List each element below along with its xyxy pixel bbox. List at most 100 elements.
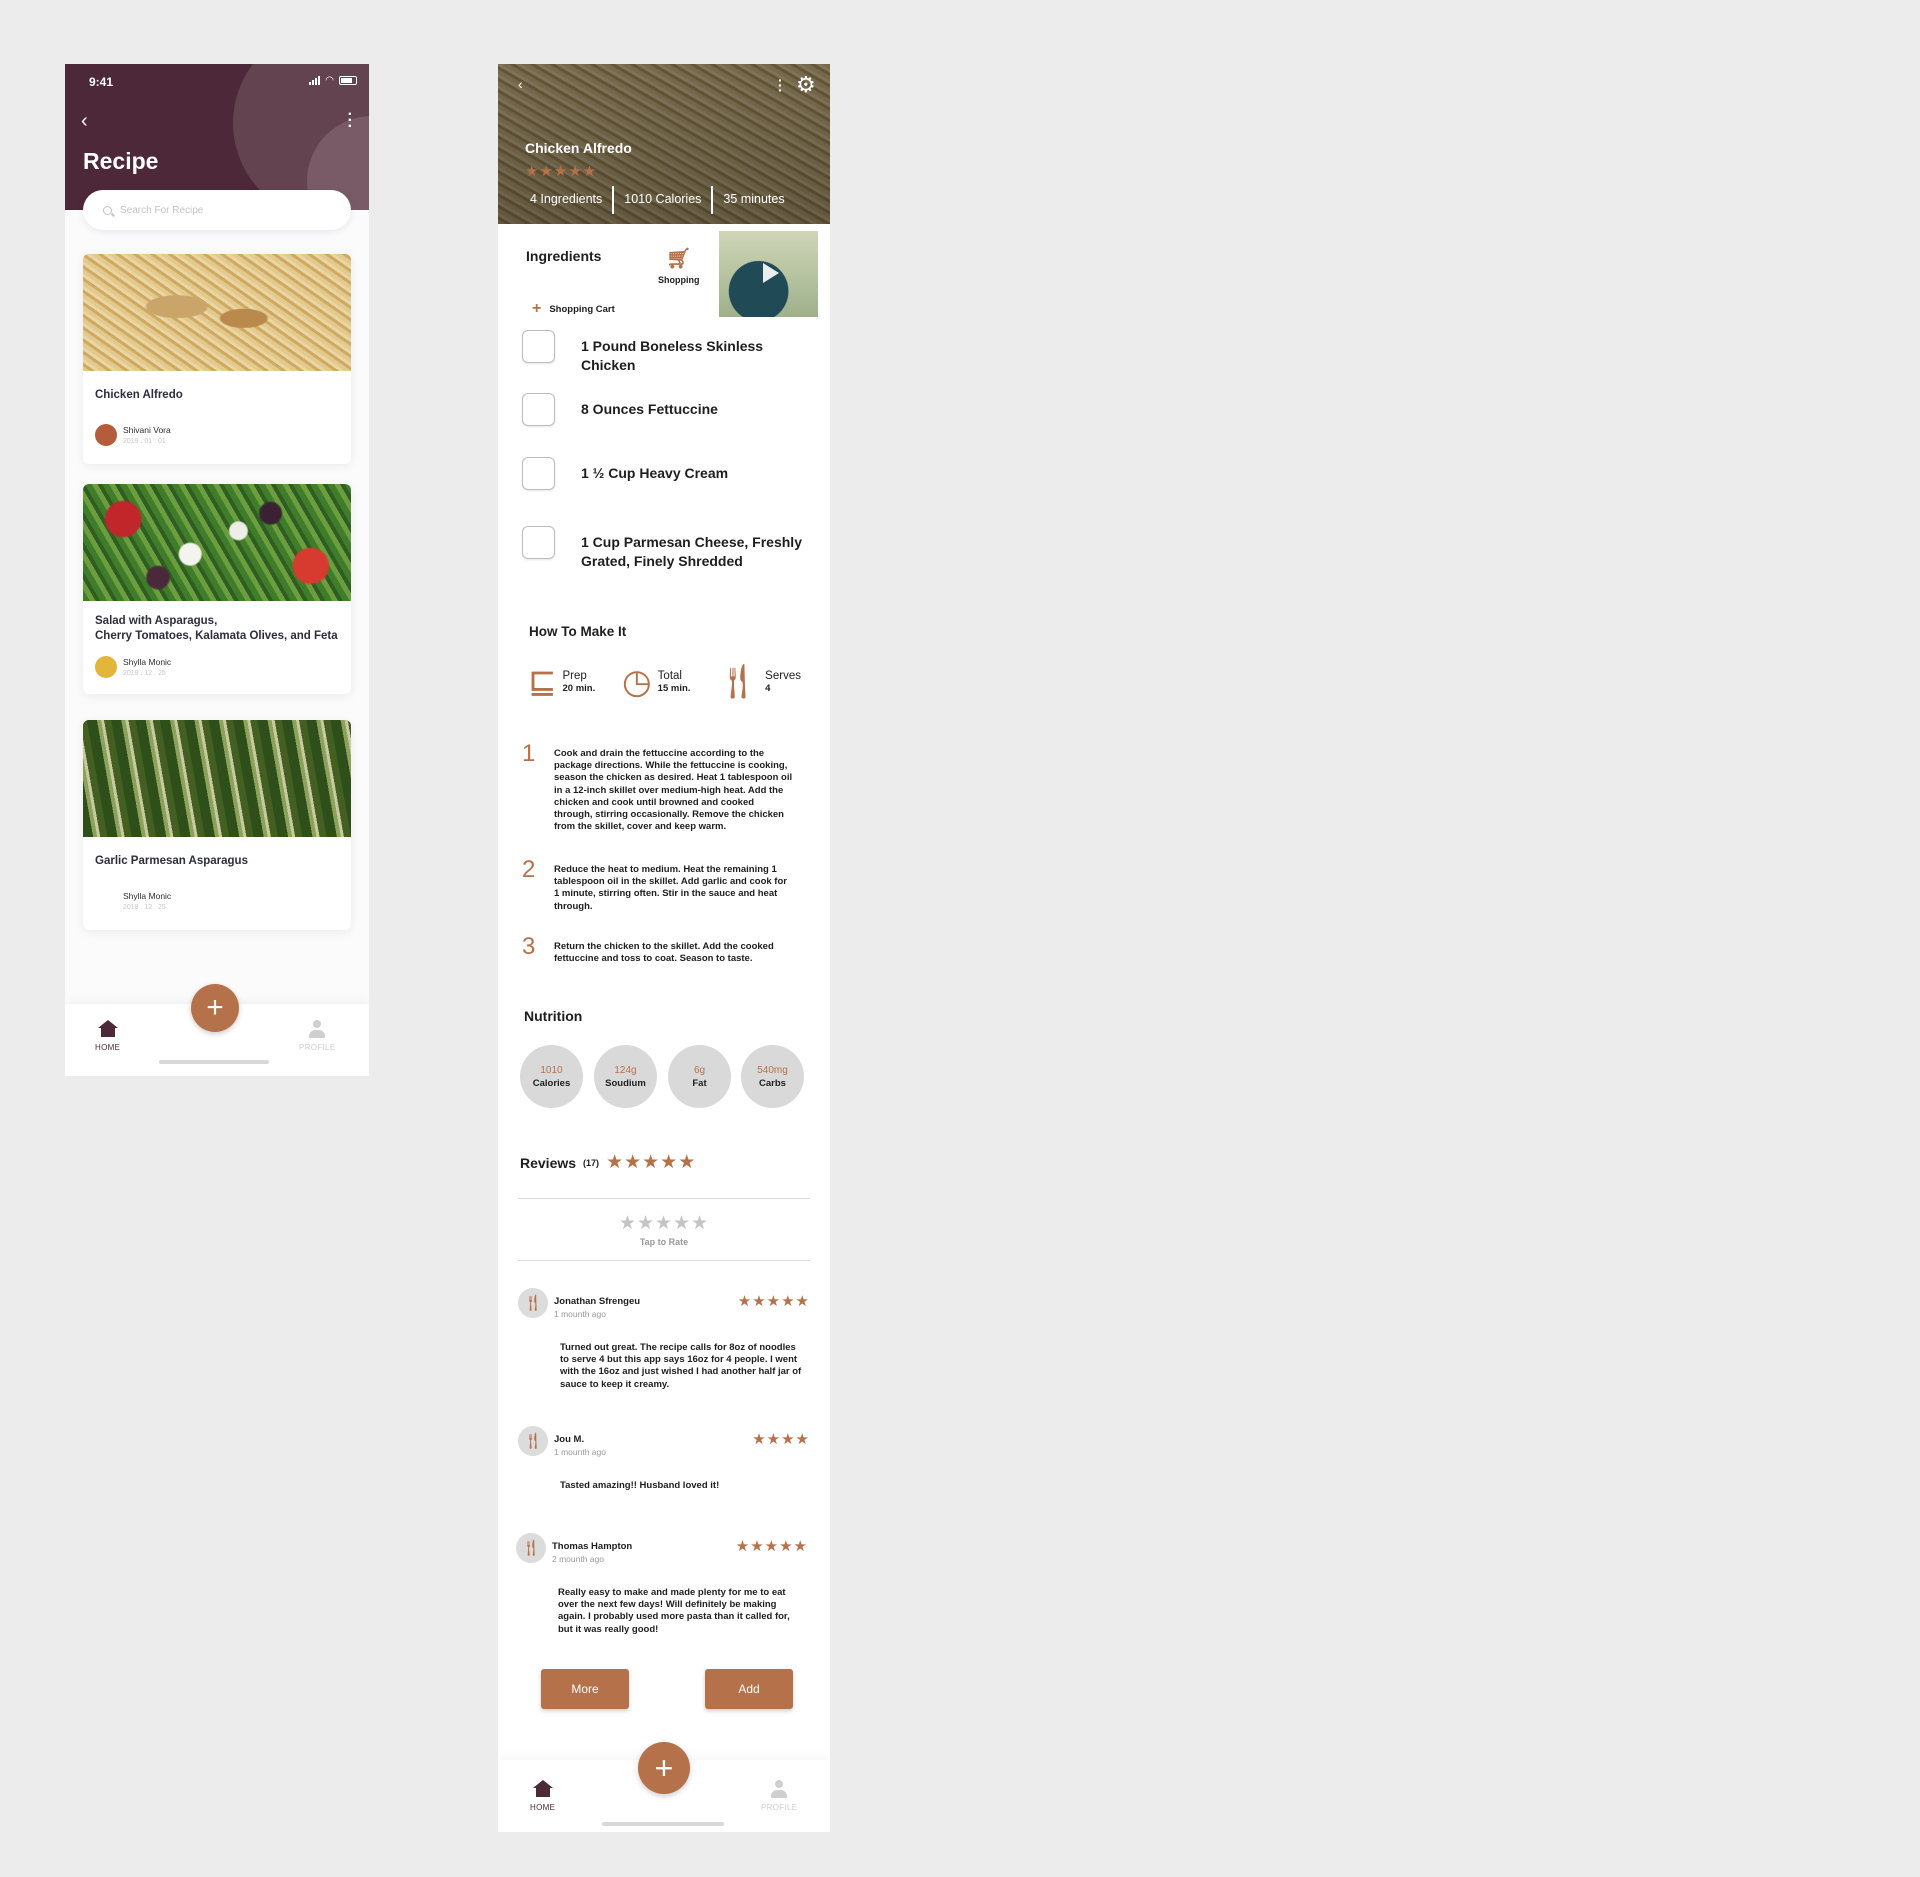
tap-to-rate-label: Tap to Rate xyxy=(639,1237,689,1247)
recipe-image xyxy=(83,484,351,601)
status-time: 9:41 xyxy=(89,75,114,89)
step-number: 1 xyxy=(522,740,536,767)
avatar xyxy=(95,424,117,446)
status-icons: ◠ xyxy=(309,75,357,86)
back-icon[interactable]: ‹ xyxy=(518,76,523,92)
post-date: 2018 . 12 . 25 xyxy=(123,670,166,677)
shopping-button[interactable]: 🛒︎ Shopping xyxy=(658,246,700,285)
nutrition-label: Fat xyxy=(692,1077,707,1089)
nutrition-calories: 1010 Calories xyxy=(520,1045,583,1108)
reviews-rating: ★★★★★ xyxy=(606,1152,697,1173)
tap-to-rate[interactable]: ★★★★★ Tap to Rate xyxy=(498,1212,830,1247)
ingredient-checkbox[interactable] xyxy=(522,526,555,559)
prep-label: Prep xyxy=(562,669,587,682)
rate-stars[interactable]: ★★★★★ xyxy=(498,1212,830,1235)
recipe-card[interactable]: Salad with Asparagus, Cherry Tomatoes, K… xyxy=(83,484,351,694)
tab-home[interactable]: HOME xyxy=(95,1020,120,1052)
battery-icon xyxy=(339,76,357,85)
nutrition-value: 124g xyxy=(614,1064,637,1076)
shopping-cart-label: Shopping Cart xyxy=(549,303,615,315)
reviews-header: Reviews (17) ★★★★★ xyxy=(520,1151,696,1174)
recipe-card[interactable]: Chicken Alfredo Shivani Vora 2019 . 01 . … xyxy=(83,254,351,464)
list-header: 9:41 ◠ ‹ · · · Recipe xyxy=(65,64,369,210)
more-vertical-icon[interactable]: · · · xyxy=(348,107,353,135)
serves-label: Serves xyxy=(765,669,801,682)
gear-icon[interactable]: ⚙ xyxy=(796,72,816,98)
recipe-meta: 4 Ingredients 1010 Calories 35 minutes xyxy=(520,186,795,214)
ingredient-checkbox[interactable] xyxy=(522,330,555,363)
tab-home-label: HOME xyxy=(530,1803,556,1812)
nutrition-carbs: 540mg Carbs xyxy=(741,1045,804,1108)
add-recipe-button[interactable]: + xyxy=(638,1742,690,1794)
review-item: 🍴︎ Jou M. 1 mounth ago ★★★★ Tasted amazi… xyxy=(518,1426,818,1506)
tab-profile[interactable]: PROFILE xyxy=(761,1780,797,1812)
search-input[interactable]: Search For Recipe xyxy=(83,190,351,230)
nutrition-label: Calories xyxy=(532,1077,571,1089)
step-text: Return the chicken to the skillet. Add t… xyxy=(554,941,774,965)
reviews-count: (17) xyxy=(583,1157,600,1168)
tab-profile-label: PROFILE xyxy=(761,1803,798,1812)
divider xyxy=(518,1260,810,1261)
ingredient-text: 1 ½ Cup Heavy Cream xyxy=(581,465,729,481)
prep-time: ⊑ Prep 20 min. xyxy=(528,664,595,700)
step-item: 2 Reduce the heat to medium. Heat the re… xyxy=(522,856,794,913)
shopping-label: Shopping xyxy=(658,275,700,285)
post-date: 2019 . 01 . 01 xyxy=(123,438,166,445)
review-time: 1 mounth ago xyxy=(554,1447,606,1457)
signal-icon xyxy=(309,76,321,85)
review-item: 🍴︎ Jonathan Sfrengeu 1 mounth ago ★★★★★ … xyxy=(518,1288,818,1408)
nutrition-label: Soudium xyxy=(605,1077,646,1089)
more-vertical-icon[interactable]: · · · xyxy=(778,73,783,97)
ingredient-text: 1 Cup Parmesan Cheese, Freshly Grated, F… xyxy=(581,534,802,569)
avatar: 🍴︎ xyxy=(516,1533,546,1563)
recipe-video[interactable] xyxy=(719,231,818,317)
review-text: Turned out great. The recipe calls for 8… xyxy=(560,1342,802,1390)
author-name: Shylla Monic xyxy=(123,891,172,901)
reviewer-name: Jonathan Sfrengeu xyxy=(554,1296,641,1307)
step-text: Reduce the heat to medium. Heat the rema… xyxy=(554,864,787,912)
reviewer-name: Thomas Hampton xyxy=(552,1541,633,1552)
clock-icon: ◷ xyxy=(622,663,652,701)
user-icon xyxy=(771,1780,788,1798)
more-button[interactable]: More xyxy=(541,1669,629,1709)
avatar: 🍴︎ xyxy=(518,1426,548,1456)
review-text: Really easy to make and made plenty for … xyxy=(558,1587,790,1635)
prep-value: 20 min. xyxy=(562,682,596,694)
review-rating: ★★★★★ xyxy=(735,1538,808,1555)
nutrition-value: 6g xyxy=(693,1064,706,1076)
nutrition-sodium: 124g Soudium xyxy=(594,1045,657,1108)
reviews-title: Reviews xyxy=(520,1154,577,1171)
recipe-card[interactable]: Garlic Parmesan Asparagus Shylla Monic 20… xyxy=(83,720,351,930)
home-indicator xyxy=(159,1060,269,1064)
review-item: 🍴︎ Thomas Hampton 2 mounth ago ★★★★★ Rea… xyxy=(516,1533,816,1653)
add-button[interactable]: Add xyxy=(705,1669,793,1709)
back-icon[interactable]: ‹ xyxy=(81,110,88,133)
ingredient-text: 8 Ounces Fettuccine xyxy=(581,401,718,417)
recipe-author: Shylla Monic 2018 . 12 . 25 xyxy=(95,890,171,912)
tab-profile[interactable]: PROFILE xyxy=(299,1020,335,1052)
fork-knife-icon: 🍴︎ xyxy=(716,663,760,701)
ingredient-checkbox[interactable] xyxy=(522,393,555,426)
add-recipe-button[interactable]: + xyxy=(191,984,239,1032)
add-to-shopping-cart[interactable]: + Shopping Cart xyxy=(532,300,615,318)
page-title: Recipe xyxy=(83,148,159,174)
ingredient-item: 1 Cup Parmesan Cheese, Freshly Grated, F… xyxy=(522,526,811,571)
ingredients-title: Ingredients xyxy=(526,248,602,264)
recipe-list-screen: 9:41 ◠ ‹ · · · Recipe Search For Recipe Ch… xyxy=(65,64,369,1076)
ingredient-checkbox[interactable] xyxy=(522,457,555,490)
author-name: Shylla Monic xyxy=(123,657,172,667)
nutrition-fat: 6g Fat xyxy=(668,1045,731,1108)
tab-home[interactable]: HOME xyxy=(530,1780,555,1812)
step-text: Cook and drain the fettuccine according … xyxy=(554,748,793,833)
total-label: Total xyxy=(657,669,682,682)
review-rating: ★★★★★ xyxy=(737,1293,810,1310)
recipe-image xyxy=(83,720,351,837)
recipe-name: Chicken Alfredo xyxy=(95,389,183,401)
review-rating: ★★★★ xyxy=(752,1431,810,1448)
how-to-title: How To Make It xyxy=(529,624,627,639)
post-date: 2018 . 12 . 25 xyxy=(123,904,166,911)
wifi-icon: ◠ xyxy=(325,75,334,86)
nutrition-label: Carbs xyxy=(759,1077,786,1089)
home-icon xyxy=(532,1780,553,1797)
review-text: Tasted amazing!! Husband loved it! xyxy=(560,1480,720,1491)
